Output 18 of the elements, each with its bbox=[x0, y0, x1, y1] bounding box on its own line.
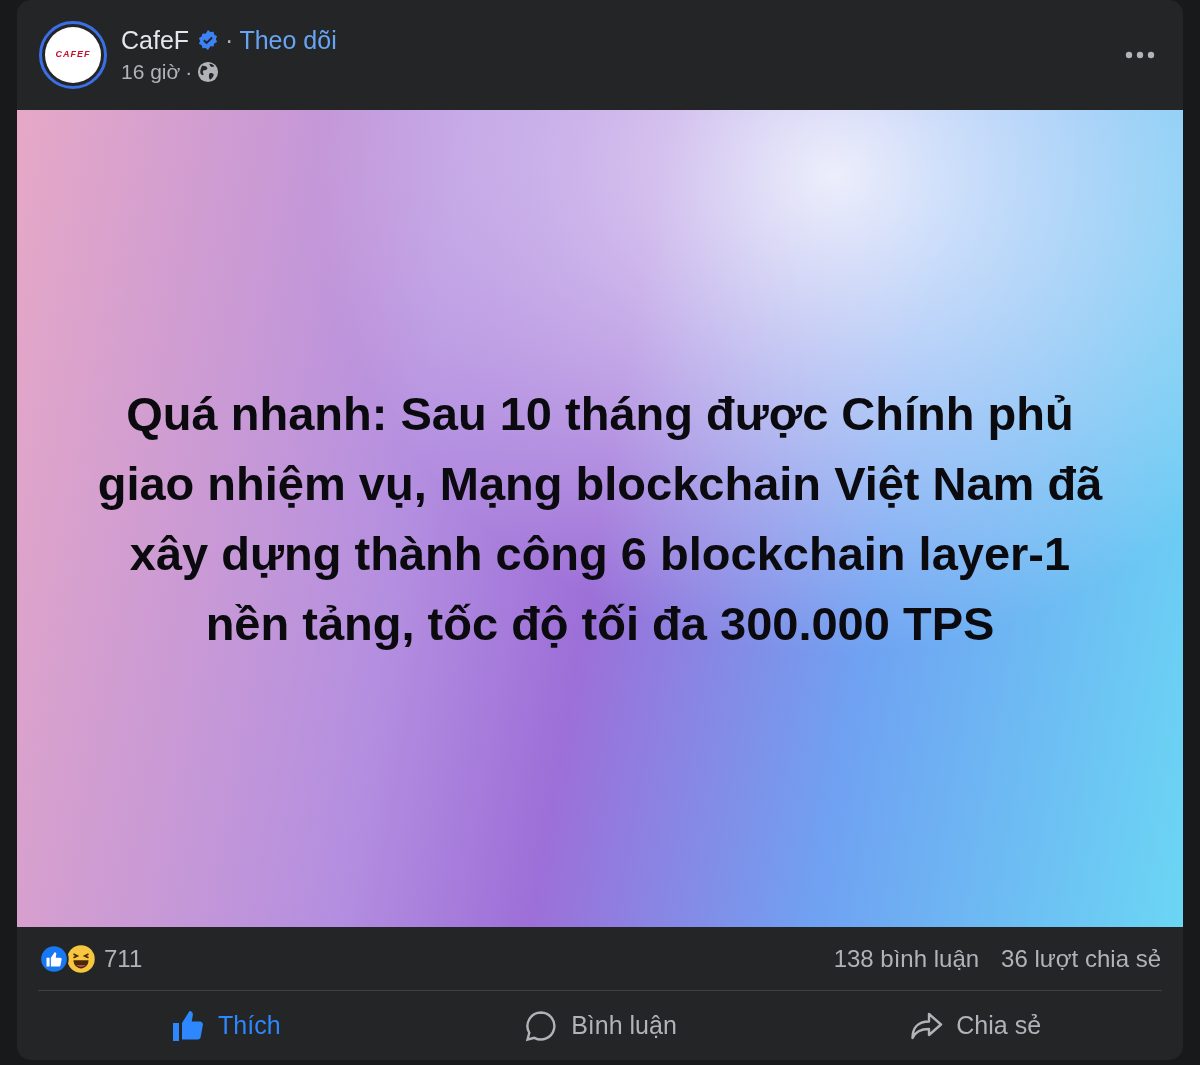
page-avatar[interactable]: CAFEF bbox=[39, 21, 107, 89]
more-options-icon[interactable] bbox=[1125, 51, 1155, 59]
action-button[interactable]: Thích bbox=[38, 997, 413, 1054]
separator-dot: · bbox=[225, 25, 234, 55]
headline-text: Quá nhanh: Sau 10 tháng được Chính phủ giao nhiệm vụ, Mạng blockchain Việt Nam đã xây dựng thành công 6 blockchain layer-1 nền tảng, tốc độ tối đa 300.000 TPS bbox=[97, 385, 1103, 652]
action-button[interactable]: Bình luận bbox=[412, 997, 788, 1054]
separator-dot: · bbox=[185, 59, 193, 85]
logo-text: CAFEF bbox=[55, 48, 91, 62]
page-name[interactable]: CafeF bbox=[121, 25, 190, 55]
share-count[interactable]: 36 lượt chia sẻ bbox=[1001, 940, 1161, 977]
follow-link[interactable]: Theo dõi bbox=[239, 25, 337, 55]
like-reaction-icon bbox=[39, 943, 69, 974]
post-time[interactable]: 16 giờ bbox=[121, 59, 181, 85]
globe-icon bbox=[197, 61, 220, 83]
laughing-face-icon bbox=[66, 943, 96, 974]
comment-count[interactable]: 138 bình luận bbox=[833, 940, 980, 977]
action-button[interactable]: Chia sẻ bbox=[787, 997, 1162, 1054]
reaction-count[interactable]: 711 bbox=[104, 940, 143, 977]
